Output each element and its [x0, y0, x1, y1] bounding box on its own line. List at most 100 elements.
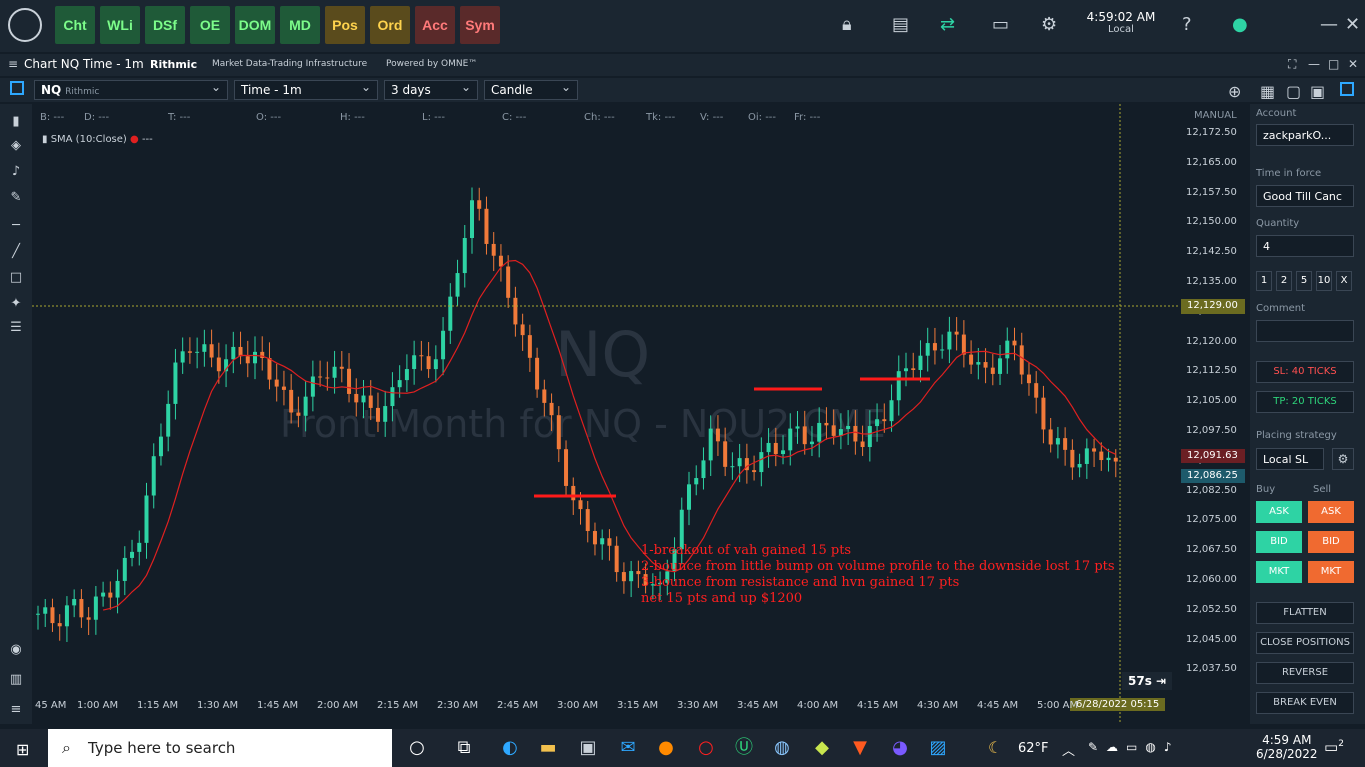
- lock-icon[interactable]: 🔒︎: [842, 14, 852, 35]
- indicators-icon[interactable]: ▮: [8, 114, 24, 130]
- trendline-icon[interactable]: ╱: [8, 244, 24, 260]
- brave-icon[interactable]: ▼: [848, 736, 872, 760]
- edge-browser-icon[interactable]: ◐: [498, 736, 522, 760]
- candle-body: [347, 368, 352, 394]
- tray-chevron-icon[interactable]: ︿: [1062, 740, 1075, 759]
- tray-icons[interactable]: ✎☁▭◍♪: [1088, 740, 1180, 754]
- list-icon[interactable]: ☰: [8, 320, 24, 336]
- magic-icon[interactable]: ✦: [8, 296, 24, 312]
- firefox-icon[interactable]: ●: [654, 736, 678, 760]
- axis-mode[interactable]: MANUAL: [1194, 110, 1237, 121]
- mail-icon[interactable]: ✉: [616, 736, 640, 760]
- settings-gear-icon[interactable]: ⚙: [1041, 14, 1057, 35]
- calculator-icon[interactable]: ▦: [1260, 82, 1275, 101]
- candle-body: [788, 428, 793, 451]
- timeframe-select[interactable]: Time - 1m: [234, 80, 378, 100]
- layers-icon[interactable]: ◈: [8, 138, 24, 154]
- taskbar-search-input[interactable]: Type here to search: [48, 729, 392, 767]
- menu-icon[interactable]: ≡: [8, 57, 18, 71]
- layout-icon[interactable]: ▤: [892, 14, 909, 35]
- take-profit-button[interactable]: TP: 20 TICKS: [1256, 391, 1354, 413]
- sell-label: Sell: [1313, 484, 1332, 495]
- weather-temp[interactable]: 62°F: [1018, 741, 1049, 756]
- quantity-preset-2[interactable]: 2: [1276, 271, 1292, 291]
- candle-body: [687, 484, 691, 510]
- chart-style-select[interactable]: Candle: [484, 80, 578, 100]
- stop-loss-button[interactable]: SL: 40 TICKS: [1256, 361, 1354, 383]
- menu-list-icon[interactable]: ≡: [8, 702, 24, 718]
- quantity-preset-5[interactable]: 5: [1296, 271, 1312, 291]
- candle-body: [976, 362, 981, 365]
- taskbar-clock[interactable]: 4:59 AM 6/28/2022: [1256, 733, 1318, 761]
- quantity-preset-X[interactable]: X: [1336, 271, 1352, 291]
- break-even-button[interactable]: BREAK EVEN: [1256, 692, 1354, 714]
- tool-button-cht[interactable]: Cht: [55, 6, 95, 44]
- tool-button-dom[interactable]: DOM: [235, 6, 275, 44]
- photos-icon[interactable]: ▨: [926, 736, 950, 760]
- expand-icon[interactable]: ⛶: [1288, 57, 1296, 72]
- flatten-button[interactable]: FLATTEN: [1256, 602, 1354, 624]
- symbol-selector[interactable]: NQ Rithmic: [34, 80, 228, 100]
- win-minimize-icon[interactable]: —: [1308, 57, 1320, 71]
- sell-bid-button[interactable]: BID: [1308, 531, 1354, 553]
- tool-button-acc[interactable]: Acc: [415, 6, 455, 44]
- crosshair-icon[interactable]: ⊕: [1228, 82, 1241, 101]
- alert-bell-icon[interactable]: ♪: [8, 164, 24, 180]
- tool-button-wli[interactable]: WLi: [100, 6, 140, 44]
- comment-input[interactable]: [1256, 320, 1354, 342]
- sma-legend: ▮ SMA (10:Close) ● ---: [42, 134, 153, 145]
- mouse-icon[interactable]: ▢: [1286, 82, 1301, 101]
- tool-button-sym[interactable]: Sym: [460, 6, 500, 44]
- messages-icon[interactable]: ▭: [992, 14, 1009, 35]
- store-icon[interactable]: ▣: [576, 736, 600, 760]
- reverse-button[interactable]: REVERSE: [1256, 662, 1354, 684]
- account-select[interactable]: zackparkO...: [1256, 124, 1354, 146]
- win-maximize-icon[interactable]: □: [1328, 57, 1339, 71]
- user-icon[interactable]: ●: [1232, 14, 1248, 35]
- tool-button-ord[interactable]: Ord: [370, 6, 410, 44]
- range-select[interactable]: 3 days: [384, 80, 478, 100]
- task-view-icon[interactable]: ⧉: [452, 736, 476, 760]
- windows-start-icon[interactable]: ⊞: [16, 740, 29, 759]
- clipboard-icon[interactable]: ▣: [1310, 82, 1325, 101]
- pencil-icon[interactable]: ✎: [8, 190, 24, 206]
- sell-market-button[interactable]: MKT: [1308, 561, 1354, 583]
- buy-market-button[interactable]: MKT: [1256, 561, 1302, 583]
- app-arrow-icon[interactable]: ◆: [810, 736, 834, 760]
- close-positions-button[interactable]: CLOSE POSITIONS: [1256, 632, 1354, 654]
- cortana-icon[interactable]: ○: [405, 736, 429, 760]
- buy-ask-button[interactable]: ASK: [1256, 501, 1302, 523]
- panel-toggle-icon[interactable]: [10, 81, 24, 95]
- win-close-icon[interactable]: ✕: [1348, 57, 1358, 71]
- app-u-icon[interactable]: Ⓤ: [732, 736, 756, 760]
- file-explorer-icon[interactable]: ▬: [536, 736, 560, 760]
- quantity-preset-10[interactable]: 10: [1316, 271, 1332, 291]
- visibility-eye-icon[interactable]: ◉: [8, 642, 24, 658]
- quantity-stepper[interactable]: 4: [1256, 235, 1354, 257]
- trash-icon[interactable]: ▥: [8, 672, 24, 688]
- chat-app-icon[interactable]: ◕: [888, 736, 912, 760]
- price-tick-label: 12,165.00: [1186, 156, 1237, 168]
- minimize-icon[interactable]: —: [1320, 14, 1338, 35]
- close-window-icon[interactable]: ✕: [1345, 14, 1360, 35]
- connection-icon[interactable]: ⇄: [940, 14, 955, 35]
- notification-icon[interactable]: ▭2: [1324, 738, 1344, 756]
- tool-button-dsf[interactable]: DSf: [145, 6, 185, 44]
- tool-button-md[interactable]: MD: [280, 6, 320, 44]
- strategy-settings-icon[interactable]: ⚙: [1332, 448, 1354, 470]
- strategy-select[interactable]: Local SL: [1256, 448, 1324, 470]
- sell-ask-button[interactable]: ASK: [1308, 501, 1354, 523]
- rectangle-icon[interactable]: □: [8, 270, 24, 286]
- order-panel-toggle-icon[interactable]: [1340, 82, 1354, 96]
- horizontal-line-icon[interactable]: ─: [8, 218, 24, 234]
- tool-button-oe[interactable]: OE: [190, 6, 230, 44]
- opera-icon[interactable]: ○: [694, 736, 718, 760]
- time-tick-label: 2:00 AM: [317, 700, 359, 711]
- buy-bid-button[interactable]: BID: [1256, 531, 1302, 553]
- tif-select[interactable]: Good Till Canc: [1256, 185, 1354, 207]
- tool-button-pos[interactable]: Pos: [325, 6, 365, 44]
- trading-app-icon[interactable]: ◍: [770, 736, 794, 760]
- price-tick-label: 12,142.50: [1186, 246, 1237, 258]
- help-icon[interactable]: ?: [1182, 14, 1192, 35]
- quantity-preset-1[interactable]: 1: [1256, 271, 1272, 291]
